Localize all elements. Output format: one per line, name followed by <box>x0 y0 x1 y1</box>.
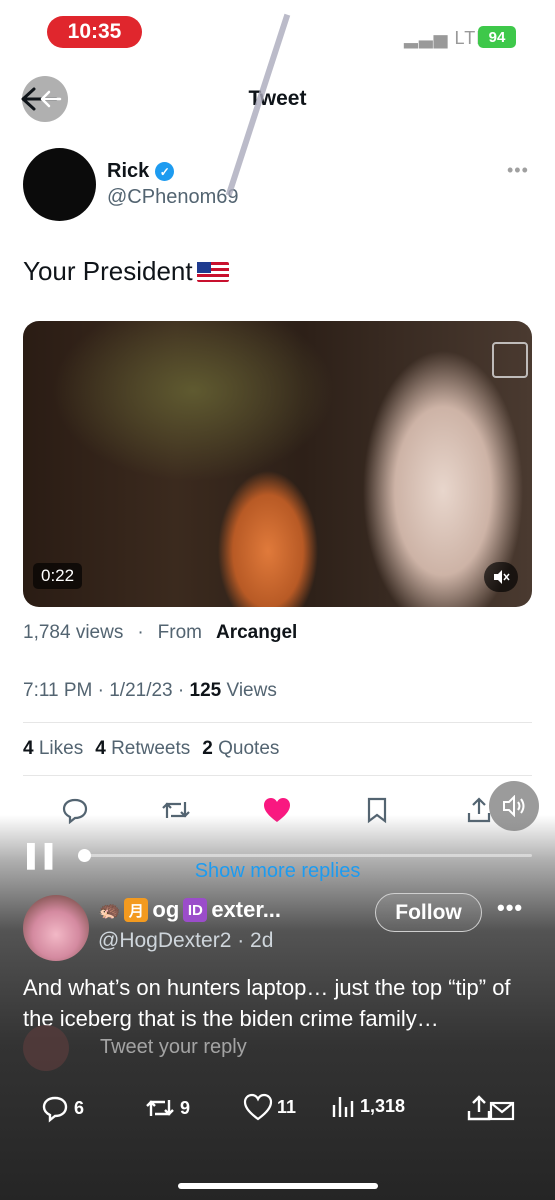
from-label: From <box>157 622 202 643</box>
more-icon[interactable]: ••• <box>507 160 529 181</box>
likes-count: 4 <box>23 738 34 759</box>
retweets-label: Retweets <box>111 738 191 759</box>
author-avatar[interactable] <box>23 148 96 221</box>
compose-avatar <box>23 1025 69 1071</box>
status-time: 10:35 <box>47 16 142 48</box>
retweets-stat[interactable]: 4 Retweets <box>95 738 190 760</box>
video-progress-bar[interactable] <box>78 854 532 857</box>
quotes-label: Quotes <box>218 738 280 759</box>
divider <box>23 775 532 776</box>
reply-name-suffix: exter... <box>211 897 282 922</box>
tweet-view-label: Views <box>226 680 277 701</box>
tweet-text: Your President <box>23 256 229 287</box>
quotes-count: 2 <box>202 738 213 759</box>
reply-retweet-action[interactable]: 9 <box>144 1093 190 1123</box>
verified-badge-icon: ✓ <box>155 162 175 181</box>
reply-retweet-count: 9 <box>180 1097 191 1118</box>
speaker-glyph <box>503 795 525 817</box>
show-more-replies[interactable]: Show more replies <box>0 860 555 883</box>
reply-like-action[interactable]: 11 <box>243 1093 296 1121</box>
reply-author-name[interactable]: 🦔 月 og ID exter... <box>98 897 281 923</box>
reply-like-count: 11 <box>277 1096 297 1117</box>
video-views: 1,784 views <box>23 622 124 643</box>
reply-actions: 6 9 11 1,318 <box>0 1093 555 1137</box>
from-source-link[interactable]: Arcangel <box>216 622 297 644</box>
reply-share-action[interactable] <box>467 1093 515 1123</box>
reply-view-count: 1,318 <box>360 1095 406 1116</box>
retweet-small-icon <box>146 1100 174 1116</box>
network-indicator: ▂▃▅ LTE <box>404 28 489 49</box>
reply-more-icon[interactable]: ••• <box>497 895 523 921</box>
share-small-icon <box>467 1095 515 1121</box>
tweet-meta: 7:11 PM · 1/21/23 · 125 Views <box>23 680 277 702</box>
reply-views-action[interactable]: 1,318 <box>330 1093 405 1119</box>
reply-text: And what’s on hunters laptop… just the t… <box>23 975 511 1031</box>
battery-indicator: 94 <box>478 26 516 48</box>
hedgehog-icon: 🦔 <box>98 899 121 920</box>
quotes-stat[interactable]: 2 Quotes <box>202 738 279 760</box>
separator: · <box>137 622 144 643</box>
tweet-video[interactable] <box>23 321 532 607</box>
video-views-line: 1,784 views · From Arcangel <box>23 622 297 644</box>
reply-handle[interactable]: @HogDexter2 · 2d <box>98 929 273 953</box>
signal-icon: ▂▃▅ <box>404 28 449 48</box>
divider <box>23 722 532 723</box>
mute-icon[interactable] <box>484 562 518 592</box>
reply-comment-count: 6 <box>74 1097 85 1118</box>
moon-kanji-icon: 月 <box>124 898 149 922</box>
video-duration: 0:22 <box>33 563 83 589</box>
tweet-timestamp: 7:11 PM · 1/21/23 · <box>23 680 185 701</box>
us-flag-icon <box>196 261 229 282</box>
views-icon <box>332 1097 354 1117</box>
reply-comment-action[interactable]: 6 <box>40 1093 84 1123</box>
home-indicator[interactable] <box>178 1183 378 1189</box>
author-name-text: Rick <box>107 160 150 182</box>
reply-compose-input[interactable]: Tweet your reply <box>100 1036 247 1059</box>
author-name[interactable]: Rick ✓ <box>107 160 175 183</box>
mute-glyph <box>494 570 510 584</box>
heart-outline-icon <box>243 1093 273 1121</box>
video-watermark-icon <box>492 342 528 378</box>
reply-name-prefix: og <box>152 897 180 922</box>
author-handle[interactable]: @CPhenom69 <box>107 186 238 209</box>
likes-label: Likes <box>38 738 84 759</box>
retweets-count: 4 <box>95 738 106 759</box>
tweet-text-content: Your President <box>23 256 193 286</box>
comment-icon <box>42 1096 68 1123</box>
likes-stat[interactable]: 4 Likes <box>23 738 83 760</box>
reply-avatar[interactable] <box>23 895 89 961</box>
tweet-view-count: 125 <box>189 680 222 701</box>
tweet-stats: 4 Likes 4 Retweets 2 Quotes <box>23 738 279 760</box>
follow-button[interactable]: Follow <box>375 893 482 932</box>
id-icon: ID <box>183 898 208 922</box>
page-title: Tweet <box>248 87 307 110</box>
